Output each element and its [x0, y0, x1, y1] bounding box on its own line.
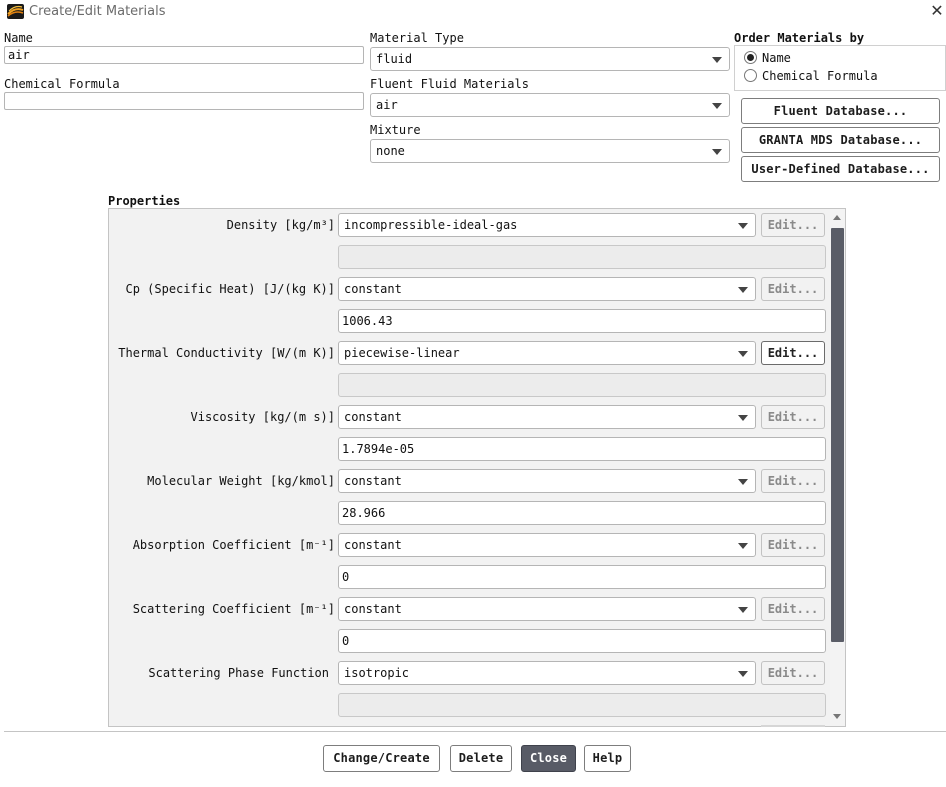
next-row-edit-button-partial [761, 725, 825, 727]
absorption-coefficient-edit-button[interactable]: Edit... [761, 533, 825, 557]
scattering-coefficient-value-field[interactable]: 0 [338, 629, 826, 653]
thermal-conductivity-method-value: piecewise-linear [344, 346, 460, 360]
material-type-label: Material Type [370, 31, 464, 45]
scattering-coefficient-edit-button[interactable]: Edit... [761, 597, 825, 621]
molecular-weight-value-field[interactable]: 28.966 [338, 501, 826, 525]
density-label: Density [kg/m³] [226, 218, 335, 232]
chevron-down-icon [738, 607, 748, 613]
absorption-coefficient-label: Absorption Coefficient [m⁻¹] [132, 538, 335, 552]
molecular-weight-method-dropdown[interactable]: constant [338, 469, 756, 493]
chevron-down-icon [738, 223, 748, 229]
chevron-down-icon [738, 479, 748, 485]
absorption-coefficient-value-field[interactable]: 0 [338, 565, 826, 589]
chevron-down-icon [738, 671, 748, 677]
mixture-dropdown[interactable]: none [370, 139, 730, 163]
scattering-coefficient-method-dropdown[interactable]: constant [338, 597, 756, 621]
viscosity-method-dropdown[interactable]: constant [338, 405, 756, 429]
chevron-down-icon [712, 103, 722, 109]
name-label: Name [4, 31, 33, 45]
thermal-conductivity-label: Thermal Conductivity [W/(m K)] [118, 346, 335, 360]
window-title: Create/Edit Materials [29, 4, 166, 19]
granta-mds-database-button[interactable]: GRANTA MDS Database... [741, 127, 940, 153]
fluent-fluid-materials-label: Fluent Fluid Materials [370, 77, 529, 91]
cp-method-value: constant [344, 282, 402, 296]
molecular-weight-label: Molecular Weight [kg/kmol] [147, 474, 335, 488]
chevron-down-icon [738, 351, 748, 357]
mixture-value: none [376, 144, 405, 158]
mixture-label: Mixture [370, 123, 421, 137]
thermal-conductivity-value-field [338, 373, 826, 397]
ansys-fluent-app-icon [7, 4, 24, 19]
user-defined-database-button[interactable]: User-Defined Database... [741, 156, 940, 182]
order-materials-by-label: Order Materials by [734, 31, 865, 45]
chevron-down-icon [738, 415, 748, 421]
order-by-name-label[interactable]: Name [762, 51, 791, 65]
density-method-value: incompressible-ideal-gas [344, 218, 518, 232]
chemical-formula-input[interactable] [4, 92, 364, 110]
cp-method-dropdown[interactable]: constant [338, 277, 756, 301]
scattering-phase-function-method-value: isotropic [344, 666, 410, 680]
molecular-weight-edit-button[interactable]: Edit... [761, 469, 825, 493]
chevron-down-icon [738, 287, 748, 293]
cp-value-field[interactable]: 1006.43 [338, 309, 826, 333]
footer-separator [4, 731, 946, 732]
viscosity-edit-button[interactable]: Edit... [761, 405, 825, 429]
viscosity-label: Viscosity [kg/(m s)] [190, 410, 336, 424]
close-button[interactable]: Close [521, 745, 576, 772]
viscosity-value-field[interactable]: 1.7894e-05 [338, 437, 826, 461]
scattering-phase-function-value-field [338, 693, 826, 717]
chevron-down-icon [712, 149, 722, 155]
density-method-dropdown[interactable]: incompressible-ideal-gas [338, 213, 756, 237]
cp-edit-button[interactable]: Edit... [761, 277, 825, 301]
density-value-field [338, 245, 826, 269]
viscosity-method-value: constant [344, 410, 402, 424]
scroll-down-arrow-icon[interactable] [830, 708, 845, 726]
scattering-coefficient-method-value: constant [344, 602, 402, 616]
scrollbar-thumb[interactable] [831, 228, 844, 642]
scattering-coefficient-label: Scattering Coefficient [m⁻¹] [132, 602, 335, 616]
properties-label: Properties [108, 194, 181, 208]
order-by-chemical-formula-radio[interactable] [744, 69, 757, 82]
absorption-coefficient-method-dropdown[interactable]: constant [338, 533, 756, 557]
scroll-up-arrow-icon[interactable] [830, 209, 845, 227]
fluent-fluid-materials-value: air [376, 98, 398, 112]
scattering-phase-function-edit-button[interactable]: Edit... [761, 661, 825, 685]
change-create-button[interactable]: Change/Create [323, 745, 440, 772]
fluent-fluid-materials-dropdown[interactable]: air [370, 93, 730, 117]
cp-label: Cp (Specific Heat) [J/(kg K)] [125, 282, 335, 296]
close-window-icon[interactable]: ✕ [928, 1, 946, 21]
order-by-chemical-formula-label[interactable]: Chemical Formula [762, 69, 878, 83]
density-edit-button[interactable]: Edit... [761, 213, 825, 237]
fluent-database-button[interactable]: Fluent Database... [741, 98, 940, 124]
thermal-conductivity-method-dropdown[interactable]: piecewise-linear [338, 341, 756, 365]
scattering-phase-function-method-dropdown[interactable]: isotropic [338, 661, 756, 685]
order-by-name-radio[interactable] [744, 51, 757, 64]
chevron-down-icon [712, 57, 722, 63]
molecular-weight-method-value: constant [344, 474, 402, 488]
absorption-coefficient-method-value: constant [344, 538, 402, 552]
material-type-value: fluid [376, 52, 413, 66]
chevron-down-icon [738, 543, 748, 549]
chemical-formula-label: Chemical Formula [4, 77, 120, 91]
scattering-phase-function-label: Scattering Phase Function [148, 666, 329, 680]
material-type-dropdown[interactable]: fluid [370, 47, 730, 71]
title-bar: Create/Edit Materials ✕ [0, 0, 946, 24]
delete-button[interactable]: Delete [450, 745, 512, 772]
help-button[interactable]: Help [584, 745, 631, 772]
name-input[interactable]: air [4, 46, 364, 64]
thermal-conductivity-edit-button[interactable]: Edit... [761, 341, 825, 365]
